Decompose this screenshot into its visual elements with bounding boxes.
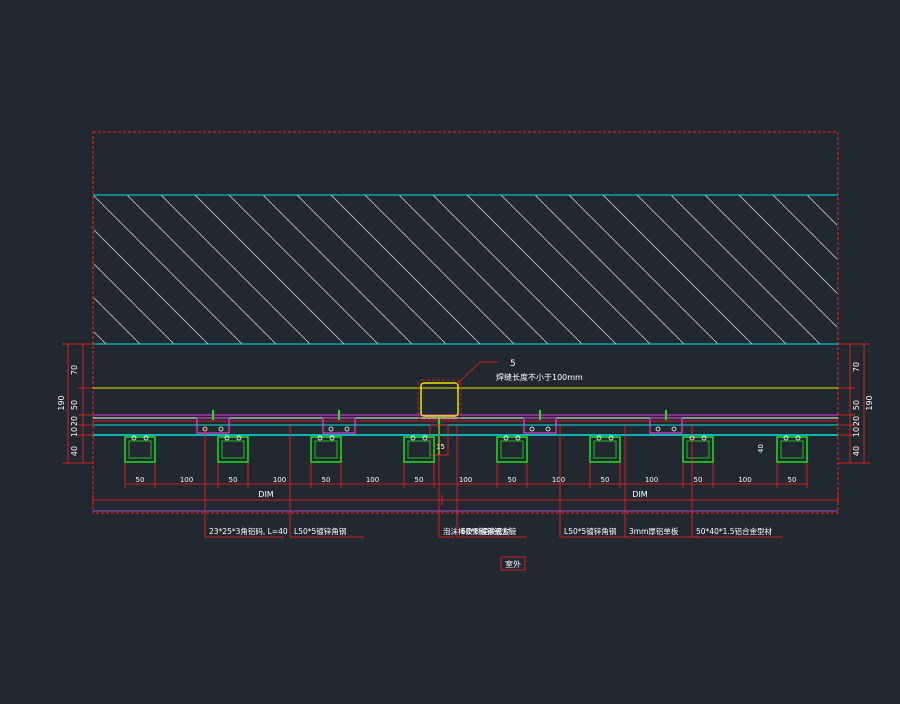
aluminium-profile — [496, 435, 528, 463]
dim-chain-value: 100 — [552, 476, 565, 484]
dim-chain-value: 50 — [508, 476, 517, 484]
dim-chain-value: 50 — [694, 476, 703, 484]
dim-left-70: 70 — [70, 365, 79, 375]
cad-drawing-canvas[interactable]: 70 50 20 10 40 190 70 50 20 10 40 190 5 … — [0, 0, 900, 700]
dim-left-190: 190 — [57, 395, 66, 410]
dim-chain-value: 100 — [366, 476, 379, 484]
callout-text: 3mm厚铝单板 — [629, 526, 679, 536]
weld-leader — [455, 361, 498, 386]
dim-chain-value: 50 — [788, 476, 797, 484]
callout-text: 23*25*3角铝码, L=40 — [209, 526, 288, 536]
dim-right-20: 20 — [852, 416, 861, 426]
dim-total-right: DIM — [632, 490, 648, 499]
dim-left-10: 10 — [70, 427, 79, 437]
dim-left-20: 20 — [70, 416, 79, 426]
cad-section-drawing: 70 50 20 10 40 190 70 50 20 10 40 190 5 … — [57, 131, 874, 571]
dim-right-50: 50 — [852, 400, 861, 410]
aluminium-profile — [682, 435, 714, 463]
dim-40-small: 40 — [757, 444, 765, 453]
aluminium-profiles — [124, 435, 808, 463]
aluminium-profile — [403, 435, 435, 463]
dim-15-small: 15 — [436, 443, 445, 451]
weld-number: 5 — [510, 359, 516, 369]
dim-chain-value: 100 — [273, 476, 286, 484]
callout-text: 60*6镀锌钢方管 — [461, 526, 517, 536]
exterior-label: 室外 — [505, 559, 521, 569]
dim-chain-value: 50 — [322, 476, 331, 484]
dim-chain-value: 50 — [415, 476, 424, 484]
callout-leader — [624, 425, 699, 538]
dim-chain-value: 100 — [645, 476, 658, 484]
dim-chain-value: 50 — [601, 476, 610, 484]
callout-leader — [559, 425, 627, 538]
dim-right-190: 190 — [865, 395, 874, 410]
dim-left-40: 40 — [70, 446, 79, 456]
dim-chain-value: 50 — [136, 476, 145, 484]
callout-text: L50*5镀锌角钢 — [564, 526, 616, 536]
dim-chain-value: 50 — [229, 476, 238, 484]
bracket — [523, 410, 557, 434]
aluminium-profile — [124, 435, 156, 463]
aluminium-profile — [217, 435, 249, 463]
bracket — [196, 410, 230, 434]
bottom-dimension-chain: 50 100 50 100 50 100 50 100 50 100 50 100 50 100 50 — [124, 463, 808, 488]
dim-right-70: 70 — [852, 362, 861, 372]
callout-text: 50*40*1.5铝合金型材 — [696, 526, 773, 536]
callout-leader — [438, 425, 455, 538]
dim-chain-value: 100 — [459, 476, 472, 484]
dim-chain-value: 100 — [180, 476, 193, 484]
dim-left-50: 50 — [70, 400, 79, 410]
hatched-wall — [94, 195, 837, 344]
bracket — [649, 410, 683, 434]
bracket — [322, 410, 356, 434]
weld-note: 焊缝长度不小于100mm — [496, 372, 583, 382]
dim-total-left: DIM — [258, 490, 274, 499]
steel-tube-outline — [417, 379, 462, 420]
dim-chain-value: 100 — [738, 476, 751, 484]
aluminium-profile — [310, 435, 342, 463]
dim-right-40: 40 — [852, 446, 861, 456]
aluminium-profile — [589, 435, 621, 463]
aluminium-profile — [776, 435, 808, 463]
dim-right-10: 10 — [852, 427, 861, 437]
callout-text: L50*5镀锌角钢 — [294, 526, 346, 536]
